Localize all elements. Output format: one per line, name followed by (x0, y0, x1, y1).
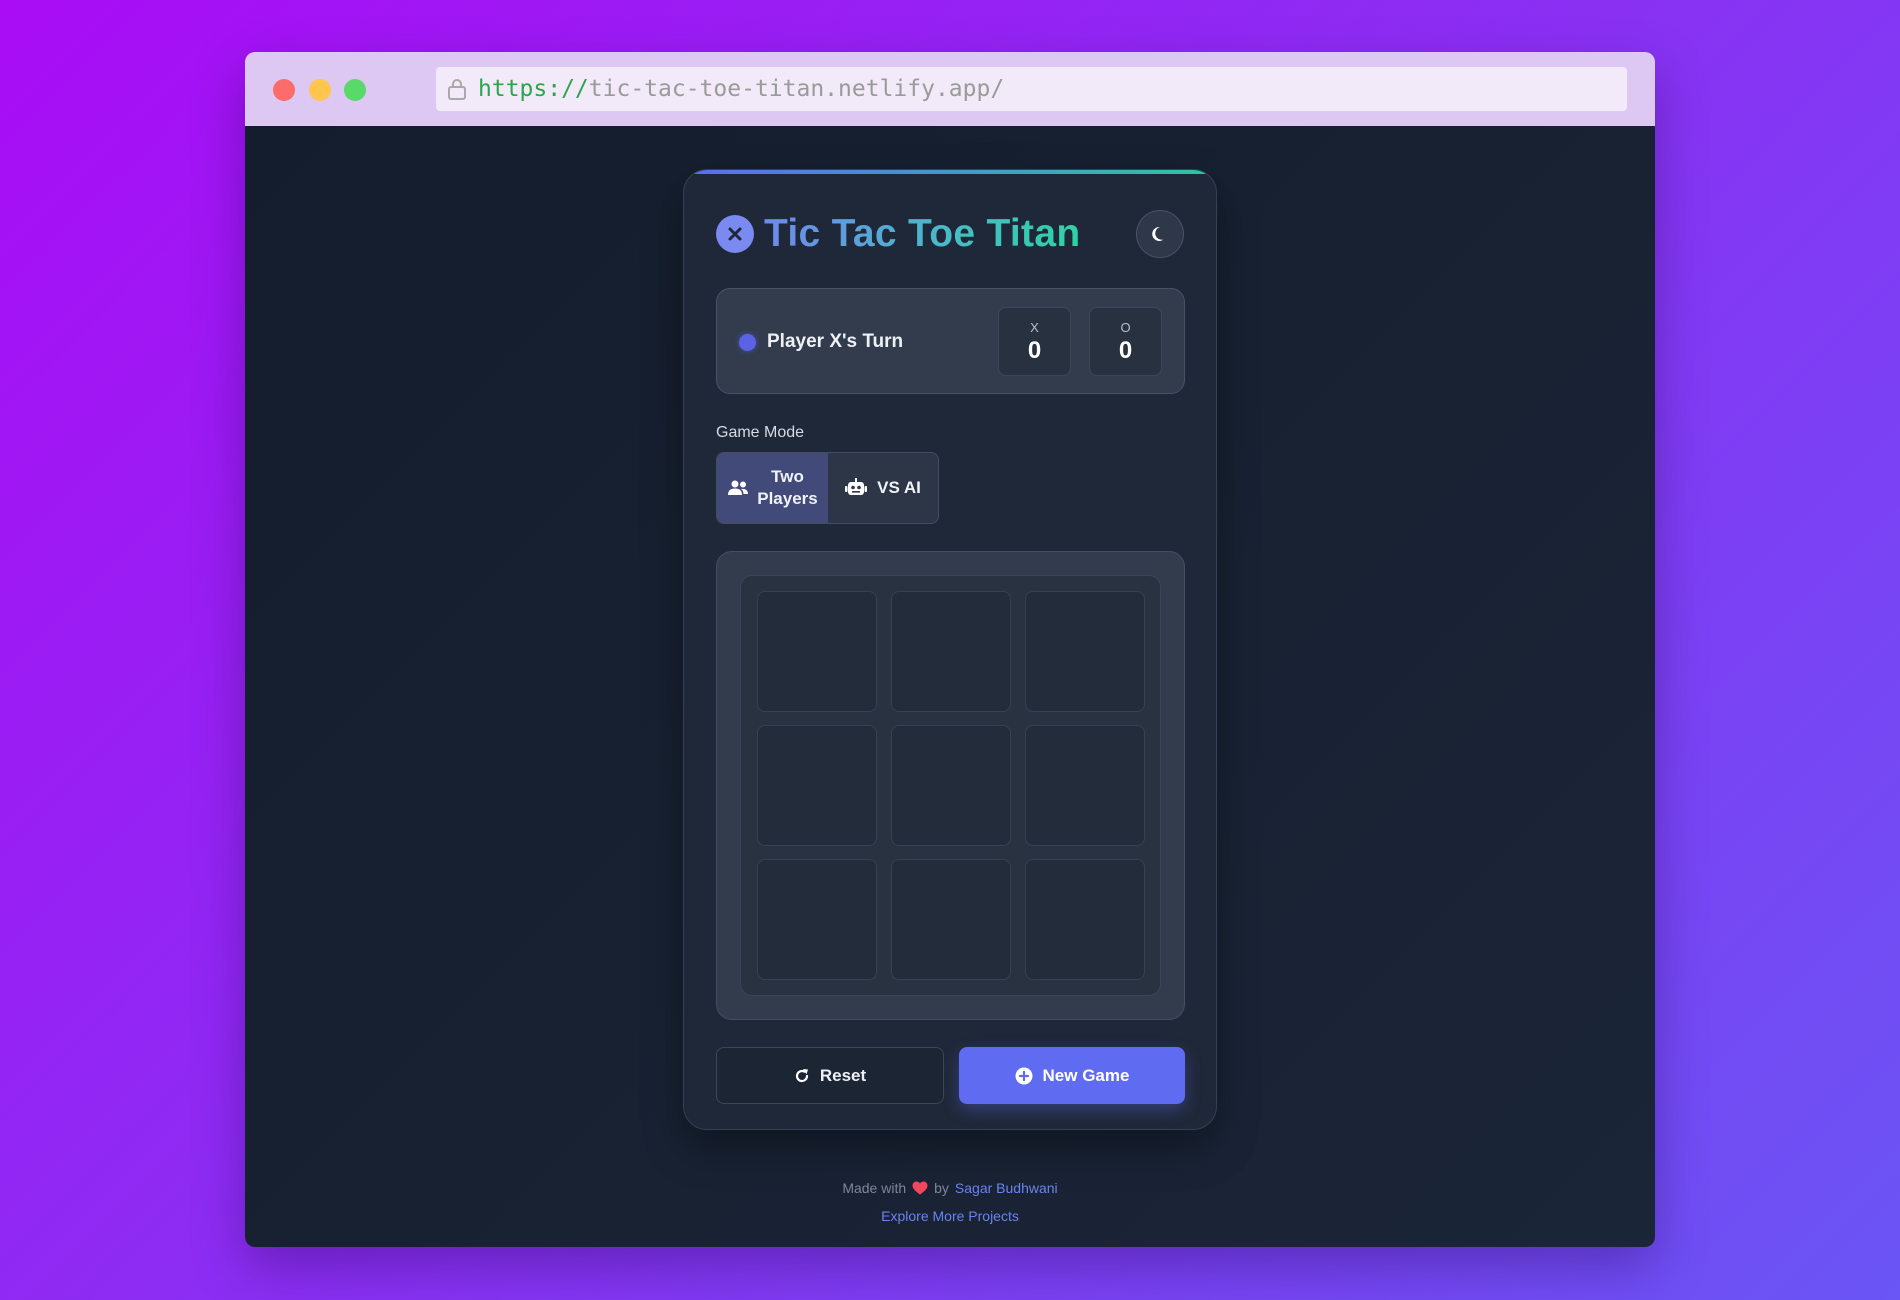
by-text: by (934, 1180, 949, 1196)
game-mode-selector: Two Players VS AI (716, 452, 939, 524)
two-players-button[interactable]: Two Players (717, 453, 828, 523)
moon-icon (1152, 226, 1164, 241)
app-header: Tic Tac Toe Titan (716, 210, 1184, 258)
address-bar[interactable]: https://tic-tac-toe-titan.netlify.app/ (436, 67, 1627, 111)
lock-icon (448, 79, 466, 100)
new-game-label: New Game (1042, 1065, 1130, 1085)
robot-icon (845, 478, 868, 495)
new-game-button[interactable]: New Game (959, 1047, 1185, 1104)
page-viewport: Tic Tac Toe Titan Player X's Turn X 0 O … (245, 126, 1655, 1247)
score-x-value: 0 (1027, 337, 1042, 364)
window-minimize-button[interactable] (309, 79, 331, 101)
reset-button[interactable]: Reset (716, 1047, 944, 1104)
reset-label: Reset (819, 1065, 867, 1085)
board-cell-5[interactable] (891, 725, 1011, 846)
vs-ai-button[interactable]: VS AI (828, 453, 938, 523)
turn-indicator: Player X's Turn (739, 331, 903, 353)
two-players-label: Two Players (757, 466, 818, 510)
page-footer: Made with by Sagar Budhwani Explore More… (245, 1180, 1655, 1224)
made-with-text: Made with (842, 1180, 907, 1196)
author-link[interactable]: Sagar Budhwani (955, 1180, 1058, 1196)
score-o: O 0 (1089, 307, 1162, 376)
browser-window: https://tic-tac-toe-titan.netlify.app/ T… (245, 52, 1655, 1247)
board-cell-3[interactable] (1025, 591, 1145, 712)
board-cell-8[interactable] (891, 859, 1011, 980)
score-x-label: X (1030, 320, 1039, 335)
board-cell-1[interactable] (757, 591, 877, 712)
board-cell-7[interactable] (757, 859, 877, 980)
users-icon (728, 480, 749, 495)
url-protocol: https:// (478, 76, 589, 102)
board-cell-2[interactable] (891, 591, 1011, 712)
close-icon (716, 215, 754, 253)
heart-icon (912, 1181, 928, 1195)
app-title: Tic Tac Toe Titan (764, 212, 1081, 255)
game-mode-label: Game Mode (716, 424, 805, 441)
turn-text: Player X's Turn (767, 331, 904, 352)
board-cell-9[interactable] (1025, 859, 1145, 980)
two-players-line1: Two (771, 467, 804, 486)
credit-line: Made with by Sagar Budhwani (245, 1180, 1655, 1196)
plus-circle-icon (1015, 1067, 1033, 1084)
game-card: Tic Tac Toe Titan Player X's Turn X 0 O … (683, 169, 1217, 1130)
score-o-label: O (1120, 320, 1131, 335)
score-x: X 0 (998, 307, 1071, 376)
theme-toggle-button[interactable] (1136, 210, 1184, 258)
board-cell-4[interactable] (757, 725, 877, 846)
url-host: tic-tac-toe-titan.netlify.app/ (588, 76, 1005, 102)
redo-icon (795, 1068, 808, 1082)
turn-dot (739, 333, 756, 351)
game-board (740, 575, 1161, 996)
board-cell-6[interactable] (1025, 725, 1145, 846)
score-o-value: 0 (1118, 337, 1133, 364)
two-players-line2: Players (757, 489, 818, 508)
vs-ai-label: VS AI (877, 478, 921, 497)
status-panel: Player X's Turn X 0 O 0 (716, 288, 1185, 394)
action-buttons: Reset New Game (716, 1047, 1185, 1104)
board-container (716, 551, 1185, 1020)
explore-projects-link[interactable]: Explore More Projects (881, 1208, 1019, 1224)
window-close-button[interactable] (273, 79, 295, 101)
window-maximize-button[interactable] (344, 79, 366, 101)
browser-toolbar: https://tic-tac-toe-titan.netlify.app/ (245, 52, 1655, 126)
